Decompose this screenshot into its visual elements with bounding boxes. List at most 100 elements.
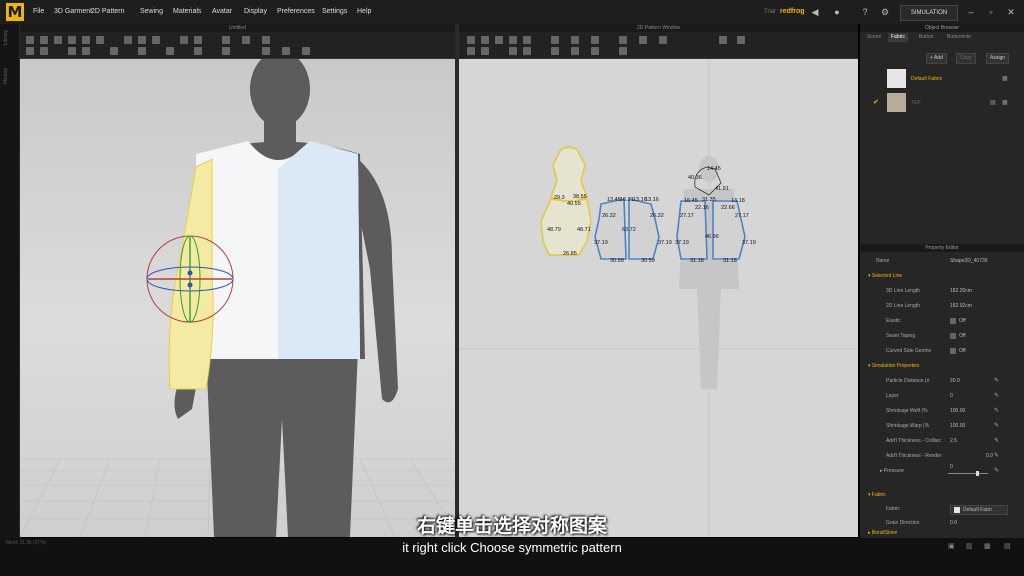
tab-buttonhole[interactable]: Buttonhole [944,33,974,42]
2d-seam-icon[interactable] [639,36,647,44]
2d-row2-h-icon[interactable] [619,47,627,55]
prop-value[interactable]: 20.0 [950,374,960,388]
2d-ruler-icon[interactable] [719,36,727,44]
2d-row2-e-icon[interactable] [551,47,559,55]
assign-fabric-button[interactable]: Assign [986,53,1010,64]
move-tool-icon[interactable] [40,36,48,44]
restore-icon[interactable]: ▫ [986,7,996,17]
pin-tool-icon[interactable] [82,36,90,44]
tab-fabric[interactable]: Fabric [888,33,908,42]
fabric-options-icon[interactable]: ▦ [1002,75,1008,82]
viewport-3d[interactable] [20,59,455,537]
2d-select-icon[interactable] [467,36,475,44]
pattern-sleeve[interactable] [540,146,592,256]
curved-side-checkbox[interactable]: Off [950,344,966,358]
delete-icon[interactable]: ▤ [990,99,996,106]
pressure-slider[interactable] [948,471,988,476]
menu-3d-garment[interactable]: 3D Garment [54,8,92,15]
tool-row2-d-icon[interactable] [82,47,90,55]
tape-tool-icon[interactable] [222,36,230,44]
tool-row2-g-icon[interactable] [166,47,174,55]
user-icon[interactable]: ● [832,7,842,17]
2d-polygon-icon[interactable] [551,36,559,44]
close-icon[interactable]: ✕ [1006,7,1016,17]
tab-button[interactable]: Button [916,33,936,42]
library-tab[interactable]: Library [3,30,9,45]
speaker-icon[interactable]: ◀ [810,7,820,17]
app-logo[interactable]: M [6,3,24,21]
prop-value[interactable]: 0 [950,389,953,403]
menu-file[interactable]: File [33,8,44,15]
transform-tool-icon[interactable] [54,36,62,44]
menu-2d-pattern[interactable]: 2D Pattern [91,8,124,15]
simulation-button[interactable]: SIMULATION [900,5,958,21]
2d-edit-icon[interactable] [481,36,489,44]
pipette-icon[interactable]: ✎ [994,434,999,448]
texture-tool-icon[interactable] [194,36,202,44]
prop-value[interactable]: 100.00 [950,404,965,418]
2d-fold-icon[interactable] [659,36,667,44]
2d-point-icon[interactable] [523,36,531,44]
menu-materials[interactable]: Materials [173,8,201,15]
slider-handle[interactable] [976,471,979,476]
tool-row2-k-icon[interactable] [282,47,290,55]
seam-taping-checkbox[interactable]: Off [950,329,966,343]
tool-row2-f-icon[interactable] [138,47,146,55]
pipette-icon[interactable]: ✎ [994,419,999,433]
fabric-options-icon[interactable]: ▦ [1002,99,1008,106]
fabric-item[interactable]: Default Fabric ▦ [860,66,1024,92]
pipette-icon[interactable]: ✎ [994,389,999,403]
pipette-icon[interactable]: ✎ [994,404,999,418]
2d-curve-icon[interactable] [509,36,517,44]
menu-help[interactable]: Help [357,8,371,15]
2d-dart-icon[interactable] [619,36,627,44]
avatar-tool-icon[interactable] [242,36,250,44]
2d-row2-f-icon[interactable] [571,47,579,55]
arrange-tool-icon[interactable] [124,36,132,44]
tool-row2-c-icon[interactable] [68,47,76,55]
copy-fabric-button[interactable]: Copy [956,53,976,64]
2d-row2-b-icon[interactable] [481,47,489,55]
add-fabric-button[interactable]: + Add [926,53,947,64]
select-tool-icon[interactable] [26,36,34,44]
2d-circle-icon[interactable] [591,36,599,44]
menu-settings[interactable]: Settings [322,8,347,15]
2d-row2-a-icon[interactable] [467,47,475,55]
2d-row2-g-icon[interactable] [591,47,599,55]
tool-row2-a-icon[interactable] [26,47,34,55]
ring-tool-icon[interactable] [262,36,270,44]
section-simulation[interactable]: ▾ Simulation Properties [860,359,1024,373]
viewport-2d[interactable]: 29.3 38.55 40.55 48.79 48.71 26.85 13.45… [459,59,858,537]
prop-value[interactable]: 0.0 [986,449,993,463]
menu-avatar[interactable]: Avatar [212,8,232,15]
tool-row2-e-icon[interactable] [110,47,118,55]
sew-tool-icon[interactable] [138,36,146,44]
tool-row2-b-icon[interactable] [40,47,48,55]
tool-row2-l-icon[interactable] [302,47,310,55]
minimize-icon[interactable]: – [966,7,976,17]
tool-row2-j-icon[interactable] [262,47,270,55]
menu-preferences[interactable]: Preferences [277,8,315,15]
segment-sew-icon[interactable] [152,36,160,44]
2d-row2-d-icon[interactable] [523,47,531,55]
section-selected-line[interactable]: ▾ Selected Line [860,269,1024,283]
tool-row2-h-icon[interactable] [194,47,202,55]
brush-tool-icon[interactable] [180,36,188,44]
pipette-icon[interactable]: ✎ [994,464,999,478]
history-tab[interactable]: History [3,68,9,84]
help-icon[interactable]: ? [860,7,870,17]
menu-sewing[interactable]: Sewing [140,8,163,15]
user-name[interactable]: redfrog [780,8,805,15]
fabric-item[interactable]: ✔ TEP ▤ ▦ [860,90,1024,116]
tool-row2-i-icon[interactable] [222,47,230,55]
section-fabric[interactable]: ▾ Fabric [860,488,1024,502]
point-tool-icon[interactable] [68,36,76,44]
prop-value[interactable]: 100.00 [950,419,965,433]
tab-scene[interactable]: Scene [864,33,884,42]
2d-bm-icon[interactable] [737,36,745,44]
prop-value[interactable]: 2.5 [950,434,957,448]
pipette-icon[interactable]: ✎ [994,449,999,463]
garment-shirt-right-half[interactable] [278,141,360,359]
menu-display[interactable]: Display [244,8,267,15]
gear-icon[interactable]: ⚙ [880,7,890,17]
